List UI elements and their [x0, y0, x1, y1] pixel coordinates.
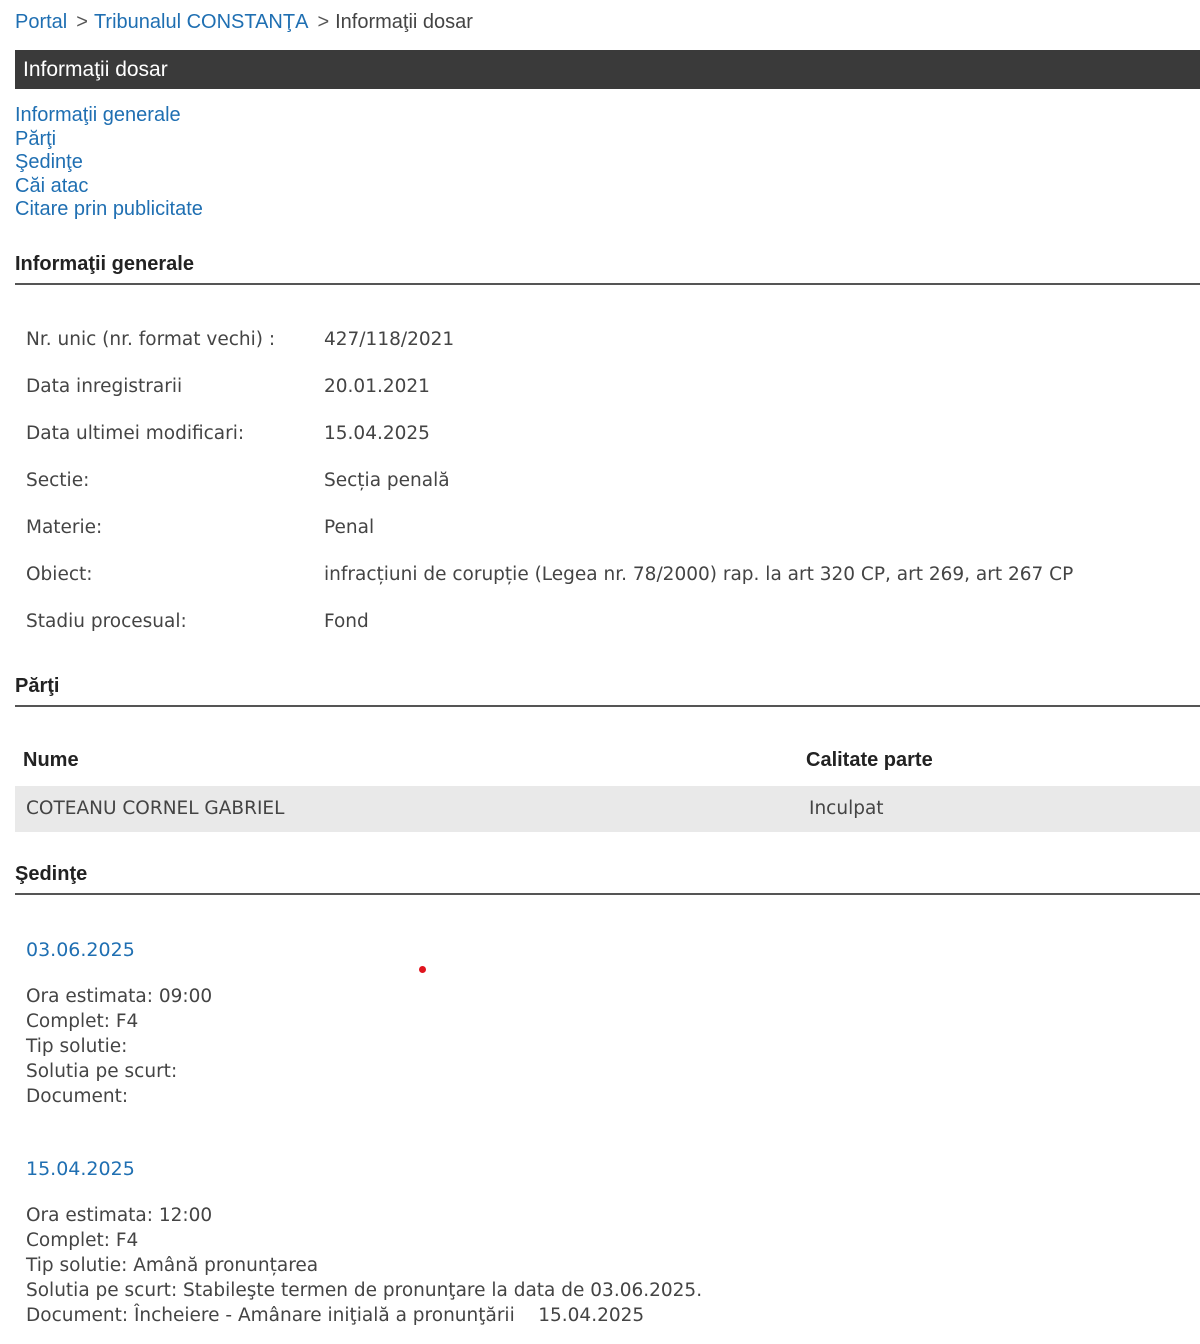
section-nav: Informaţii generale Părţi Şedinţe Căi at… [15, 104, 203, 222]
info-label: Data ultimei modificari: [26, 423, 245, 444]
info-value: 427/118/2021 [324, 329, 455, 350]
hearing-time: Ora estimata: 12:00 [26, 1205, 213, 1226]
info-label: Data inregistrarii [26, 376, 183, 397]
hearing-date: 15.04.2025 [26, 1158, 135, 1180]
red-dot-marker [419, 966, 426, 973]
nav-link-appeals[interactable]: Căi atac [15, 175, 203, 199]
breadcrumb-separator: > [76, 11, 88, 33]
party-name: COTEANU CORNEL GABRIEL [26, 798, 285, 819]
info-label: Obiect: [26, 564, 93, 585]
info-value: Penal [324, 517, 375, 538]
section-heading-parties: Părţi [15, 673, 1200, 707]
section-heading-general-info: Informaţii generale [15, 251, 1200, 285]
hearing-document: Document: [26, 1086, 129, 1107]
breadcrumb-separator: > [317, 11, 330, 33]
hearing-details: Ora estimata: 09:00 Complet: F4 Tip solu… [26, 984, 212, 1109]
info-value: 15.04.2025 [324, 423, 430, 444]
hearing-document: Document: Încheiere - Amânare iniţială a… [26, 1305, 645, 1326]
hearing-solution-summary: Solutia pe scurt: Stabileşte termen de p… [26, 1280, 703, 1301]
nav-link-parties[interactable]: Părţi [15, 128, 203, 152]
column-header-name: Nume [23, 749, 79, 771]
info-label: Nr. unic (nr. format vechi) : [26, 329, 276, 350]
column-header-role: Calitate parte [806, 749, 933, 771]
hearing-time: Ora estimata: 09:00 [26, 986, 213, 1007]
info-value: 20.01.2021 [324, 376, 430, 397]
party-role: Inculpat [809, 798, 884, 819]
nav-link-public-summons[interactable]: Citare prin publicitate [15, 198, 203, 222]
info-label: Stadiu procesual: [26, 611, 187, 632]
table-row: COTEANU CORNEL GABRIEL Inculpat [15, 786, 1200, 832]
hearing-solution-summary: Solutia pe scurt: [26, 1061, 178, 1082]
breadcrumb-portal-link[interactable]: Portal [15, 11, 67, 33]
section-heading-hearings: Şedinţe [15, 861, 1200, 895]
page-title-bar: Informaţii dosar [15, 50, 1200, 89]
hearing-panel: Complet: F4 [26, 1230, 139, 1251]
nav-link-general-info[interactable]: Informaţii generale [15, 104, 203, 128]
hearing-solution-type: Tip solutie: Amână pronunțarea [26, 1255, 319, 1276]
nav-link-hearings[interactable]: Şedinţe [15, 151, 203, 175]
hearing-item: 03.06.2025 Ora estimata: 09:00 Complet: … [26, 937, 212, 1109]
parties-table-header: Nume Calitate parte [15, 744, 1200, 776]
info-value: infracțiuni de corupție (Legea nr. 78/20… [324, 564, 1074, 585]
breadcrumb: Portal > Tribunalul CONSTANŢA > Informaţii d… [15, 9, 473, 35]
hearing-date: 03.06.2025 [26, 939, 135, 961]
breadcrumb-current: Informaţii dosar [335, 11, 473, 33]
hearing-details: Ora estimata: 12:00 Complet: F4 Tip solu… [26, 1203, 702, 1328]
info-label: Sectie: [26, 470, 90, 491]
hearing-item: 15.04.2025 Ora estimata: 12:00 Complet: … [26, 1156, 702, 1328]
hearing-panel: Complet: F4 [26, 1011, 139, 1032]
hearing-solution-type: Tip solutie: [26, 1036, 128, 1057]
info-label: Materie: [26, 517, 103, 538]
info-value: Secția penală [324, 470, 450, 491]
breadcrumb-court-link[interactable]: Tribunalul CONSTANŢA [94, 11, 309, 33]
info-value: Fond [324, 611, 369, 632]
